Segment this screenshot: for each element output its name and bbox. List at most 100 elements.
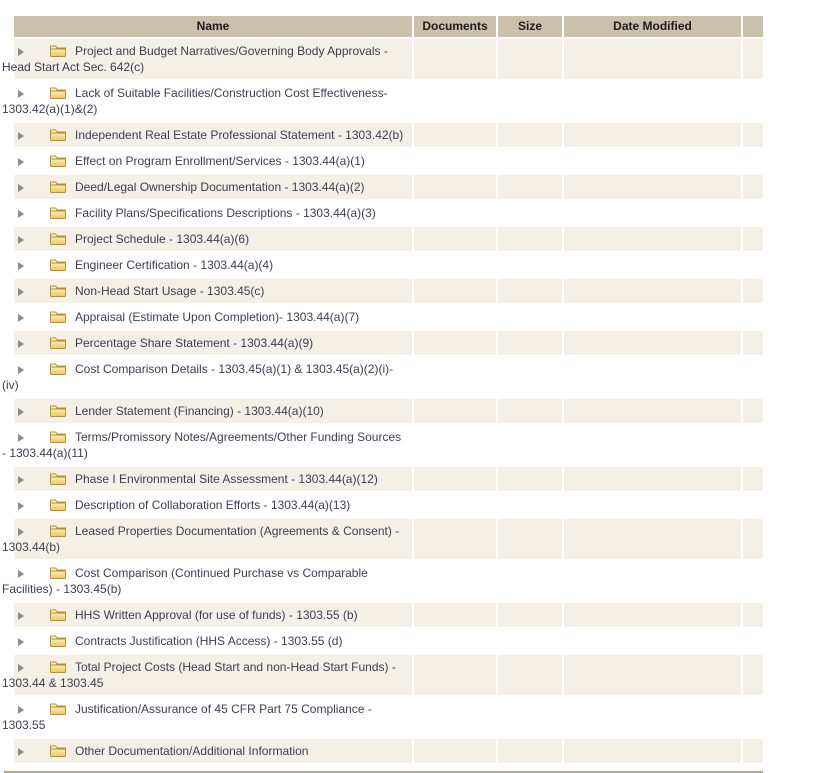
expand-arrow-icon[interactable] xyxy=(18,570,24,578)
expand-arrow-icon[interactable] xyxy=(18,706,24,714)
expand-arrow-icon[interactable] xyxy=(18,158,24,166)
date-modified-cell xyxy=(564,519,741,559)
size-cell xyxy=(498,629,562,653)
expand-arrow-icon[interactable] xyxy=(18,340,24,348)
folder-name-label[interactable]: Effect on Program Enrollment/Services - … xyxy=(75,154,365,168)
expand-arrow-icon[interactable] xyxy=(18,664,24,672)
size-cell xyxy=(498,201,562,225)
size-cell xyxy=(498,467,562,491)
expand-arrow-icon[interactable] xyxy=(18,314,24,322)
folder-icon xyxy=(33,403,67,419)
size-cell xyxy=(498,697,562,737)
name-cell: Terms/Promissory Notes/Agreements/Other … xyxy=(2,425,412,465)
tree-node: Terms/Promissory Notes/Agreements/Other … xyxy=(2,429,408,461)
expand-arrow-icon[interactable] xyxy=(18,638,24,646)
documents-cell xyxy=(414,81,496,121)
expand-arrow-icon[interactable] xyxy=(18,434,24,442)
name-cell: Appraisal (Estimate Upon Completion)- 13… xyxy=(14,305,412,329)
folder-name-label[interactable]: Lender Statement (Financing) - 1303.44(a… xyxy=(75,404,324,418)
folder-name-label[interactable]: Percentage Share Statement - 1303.44(a)(… xyxy=(75,336,313,350)
documents-cell xyxy=(414,603,496,627)
tree-node: Description of Collaboration Efforts - 1… xyxy=(2,497,408,513)
row-actions-cell xyxy=(743,201,763,225)
folder-name-label[interactable]: HHS Written Approval (for use of funds) … xyxy=(75,608,358,622)
tree-node: Non-Head Start Usage - 1303.45(c) xyxy=(2,283,408,299)
expand-arrow-icon[interactable] xyxy=(18,502,24,510)
date-modified-cell xyxy=(564,227,741,251)
date-modified-cell xyxy=(564,149,741,173)
size-cell xyxy=(498,357,562,397)
size-cell xyxy=(498,305,562,329)
size-cell xyxy=(498,39,562,79)
row-actions-cell xyxy=(743,227,763,251)
tree-node: Deed/Legal Ownership Documentation - 130… xyxy=(2,179,408,195)
date-modified-cell xyxy=(564,39,741,79)
column-header-date-modified[interactable]: Date Modified xyxy=(564,16,741,37)
expand-arrow-icon[interactable] xyxy=(18,612,24,620)
folder-name-label[interactable]: Appraisal (Estimate Upon Completion)- 13… xyxy=(75,310,359,324)
expand-arrow-icon[interactable] xyxy=(18,90,24,98)
table-row: Contracts Justification (HHS Access) - 1… xyxy=(14,629,763,653)
date-modified-cell xyxy=(564,201,741,225)
folder-icon xyxy=(33,283,67,299)
row-actions-cell xyxy=(743,697,763,737)
expand-arrow-icon[interactable] xyxy=(18,288,24,296)
expand-arrow-icon[interactable] xyxy=(18,408,24,416)
expand-arrow-icon[interactable] xyxy=(18,528,24,536)
row-actions-cell xyxy=(743,123,763,147)
size-cell xyxy=(498,81,562,121)
documents-cell xyxy=(414,697,496,737)
column-header-size[interactable]: Size xyxy=(498,16,562,37)
row-actions-cell xyxy=(743,253,763,277)
date-modified-cell xyxy=(564,331,741,355)
name-cell: Contracts Justification (HHS Access) - 1… xyxy=(14,629,412,653)
folder-name-label[interactable]: Contracts Justification (HHS Access) - 1… xyxy=(75,634,342,648)
expand-arrow-icon[interactable] xyxy=(18,132,24,140)
folder-icon xyxy=(33,309,67,325)
size-cell xyxy=(498,253,562,277)
table-row: Phase I Environmental Site Assessment - … xyxy=(14,467,763,491)
column-header-documents[interactable]: Documents xyxy=(414,16,496,37)
name-cell: Effect on Program Enrollment/Services - … xyxy=(14,149,412,173)
folder-icon xyxy=(33,43,67,59)
folder-icon xyxy=(33,85,67,101)
folder-name-label[interactable]: Facility Plans/Specifications Descriptio… xyxy=(75,206,376,220)
folder-name-label[interactable]: Deed/Legal Ownership Documentation - 130… xyxy=(75,180,365,194)
expand-arrow-icon[interactable] xyxy=(18,262,24,270)
expand-arrow-icon[interactable] xyxy=(18,366,24,374)
expand-arrow-icon[interactable] xyxy=(18,476,24,484)
row-actions-cell xyxy=(743,305,763,329)
row-actions-cell xyxy=(743,493,763,517)
date-modified-cell xyxy=(564,425,741,465)
table-row: Effect on Program Enrollment/Services - … xyxy=(14,149,763,173)
folder-icon xyxy=(33,257,67,273)
folder-name-label[interactable]: Phase I Environmental Site Assessment - … xyxy=(75,472,378,486)
expand-arrow-icon[interactable] xyxy=(18,236,24,244)
folder-name-label[interactable]: Engineer Certification - 1303.44(a)(4) xyxy=(75,258,273,272)
row-actions-cell xyxy=(743,279,763,303)
folder-name-label[interactable]: Other Documentation/Additional Informati… xyxy=(75,744,308,758)
expand-arrow-icon[interactable] xyxy=(18,48,24,56)
column-header-name[interactable]: Name xyxy=(14,16,412,37)
folder-name-label[interactable]: Independent Real Estate Professional Sta… xyxy=(75,128,403,142)
date-modified-cell xyxy=(564,253,741,277)
size-cell xyxy=(498,399,562,423)
tree-node: Effect on Program Enrollment/Services - … xyxy=(2,153,408,169)
folder-icon xyxy=(33,523,67,539)
expand-arrow-icon[interactable] xyxy=(18,210,24,218)
documents-cell xyxy=(414,227,496,251)
date-modified-cell xyxy=(564,629,741,653)
folder-icon xyxy=(33,231,67,247)
expand-arrow-icon[interactable] xyxy=(18,748,24,756)
folder-name-label[interactable]: Project Schedule - 1303.44(a)(6) xyxy=(75,232,249,246)
documents-cell xyxy=(414,279,496,303)
folder-name-label[interactable]: Description of Collaboration Efforts - 1… xyxy=(75,498,350,512)
expand-arrow-icon[interactable] xyxy=(18,184,24,192)
table-row: Deed/Legal Ownership Documentation - 130… xyxy=(14,175,763,199)
documents-tree-grid: Name Documents Size Date Modified Projec… xyxy=(2,16,763,773)
tree-node: Appraisal (Estimate Upon Completion)- 13… xyxy=(2,309,408,325)
documents-cell xyxy=(414,655,496,695)
date-modified-cell xyxy=(564,493,741,517)
folder-name-label[interactable]: Non-Head Start Usage - 1303.45(c) xyxy=(75,284,264,298)
row-actions-cell xyxy=(743,467,763,491)
